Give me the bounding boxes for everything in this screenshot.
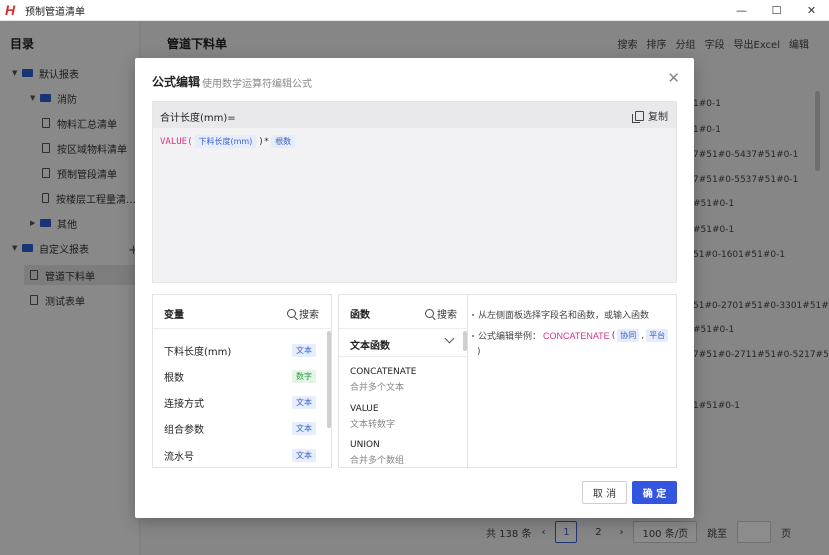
bullet-icon <box>472 334 474 337</box>
variable-name: 组合参数 <box>164 424 204 436</box>
formula-expression[interactable]: VALUE( 下料长度(mm) )* 根数 <box>160 135 297 148</box>
formula-field-chip[interactable]: 下料长度(mm) <box>194 135 257 148</box>
variable-type-badge: 文本 <box>292 343 316 357</box>
functions-title: 函数 <box>350 310 370 321</box>
help-text: 从左侧面板选择字段名和函数，或输入函数 <box>478 311 650 321</box>
variable-name: 下料长度(mm) <box>164 346 232 358</box>
help-text: 公式编辑举例： <box>478 332 542 342</box>
editor-header: 合计长度(mm)= 复制 <box>153 102 676 128</box>
variables-search-button[interactable]: 搜索 <box>287 306 319 321</box>
variables-scrollbar[interactable] <box>327 331 331 428</box>
variable-item[interactable]: 连接方式 文本 <box>164 393 316 411</box>
variable-item[interactable]: 下料长度(mm) 文本 <box>164 341 316 359</box>
chevron-down-icon <box>444 333 455 344</box>
formula-target-label: 合计长度(mm)= <box>160 113 236 124</box>
help-chip: 平台 <box>646 329 669 342</box>
close-icon[interactable]: ✕ <box>667 69 680 87</box>
bullet-icon <box>472 313 474 316</box>
function-name: UNION <box>350 440 380 450</box>
dialog-title: 公式编辑 <box>152 75 201 89</box>
search-icon <box>425 309 434 318</box>
search-icon <box>287 309 296 318</box>
help-panel: 从左侧面板选择字段名和函数，或输入函数 公式编辑举例： CONCATENATE … <box>468 294 677 468</box>
variable-type-badge: 文本 <box>292 448 316 462</box>
formula-editor[interactable]: 合计长度(mm)= 复制 VALUE( 下料长度(mm) )* 根数 <box>152 101 677 283</box>
formula-function: VALUE( <box>160 136 193 147</box>
help-line: 公式编辑举例： CONCATENATE ( 协同 , 平台 <box>472 329 670 342</box>
function-name: VALUE <box>350 404 379 414</box>
search-label: 搜索 <box>437 310 457 321</box>
help-function: CONCATENATE <box>543 330 610 341</box>
help-chip: 协同 <box>617 329 640 342</box>
variable-item[interactable]: 组合参数 文本 <box>164 419 316 437</box>
function-item[interactable]: UNION 合并多个数组 <box>350 440 404 466</box>
help-line: 从左侧面板选择字段名和函数，或输入函数 <box>472 308 649 321</box>
search-label: 搜索 <box>299 310 319 321</box>
function-category-label: 文本函数 <box>350 341 390 352</box>
variable-name: 流水号 <box>164 451 194 463</box>
functions-search-button[interactable]: 搜索 <box>425 306 457 321</box>
function-item[interactable]: CONCATENATE 合并多个文本 <box>350 367 416 393</box>
window-title: 预制管道清单 <box>25 6 85 18</box>
variable-name: 连接方式 <box>164 398 204 410</box>
copy-button[interactable]: 复制 <box>632 108 668 123</box>
help-line: ) <box>477 347 481 357</box>
variables-panel: 变量 搜索 下料长度(mm) 文本 根数 数字 连接方式 文本 组合参数 文本 … <box>152 294 332 468</box>
window-titlebar: H 预制管道清单 — ☐ ✕ <box>0 0 829 21</box>
formula-operator: )* <box>258 136 270 147</box>
help-paren: ) <box>477 347 481 357</box>
formula-editor-dialog: 公式编辑 使用数学运算符编辑公式 ✕ 合计长度(mm)= 复制 VALUE( 下… <box>135 58 694 518</box>
maximize-button[interactable]: ☐ <box>759 0 794 21</box>
variable-type-badge: 文本 <box>292 395 316 409</box>
confirm-button[interactable]: 确 定 <box>632 481 677 504</box>
copy-label: 复制 <box>648 112 668 123</box>
function-item[interactable]: VALUE 文本转数字 <box>350 404 395 430</box>
window-controls: — ☐ ✕ <box>724 0 829 21</box>
variable-item[interactable]: 根数 数字 <box>164 367 316 385</box>
close-window-button[interactable]: ✕ <box>794 0 829 21</box>
functions-scrollbar[interactable] <box>463 331 467 351</box>
help-separator: , <box>641 330 645 341</box>
functions-header: 函数 搜索 <box>339 295 467 329</box>
cancel-button[interactable]: 取 消 <box>582 481 627 504</box>
function-category-dropdown[interactable]: 文本函数 <box>339 329 467 357</box>
variables-title: 变量 <box>164 310 184 321</box>
minimize-button[interactable]: — <box>724 0 759 21</box>
function-desc: 合并多个文本 <box>350 383 405 393</box>
formula-field-chip[interactable]: 根数 <box>271 135 296 148</box>
dialog-subtitle: 使用数学运算符编辑公式 <box>202 79 312 90</box>
function-desc: 文本转数字 <box>350 420 396 430</box>
help-paren: ( <box>611 330 616 341</box>
app-logo-icon: H <box>5 2 16 18</box>
variable-type-badge: 文本 <box>292 421 316 435</box>
variable-name: 根数 <box>164 372 184 384</box>
variable-item[interactable]: 流水号 文本 <box>164 446 316 464</box>
function-name: CONCATENATE <box>350 367 417 377</box>
function-desc: 合并多个数组 <box>350 456 405 466</box>
variable-type-badge: 数字 <box>292 369 316 383</box>
copy-icon <box>632 110 644 123</box>
variables-header: 变量 搜索 <box>153 295 331 329</box>
functions-panel: 函数 搜索 文本函数 CONCATENATE 合并多个文本 VALUE 文本转数… <box>338 294 468 468</box>
